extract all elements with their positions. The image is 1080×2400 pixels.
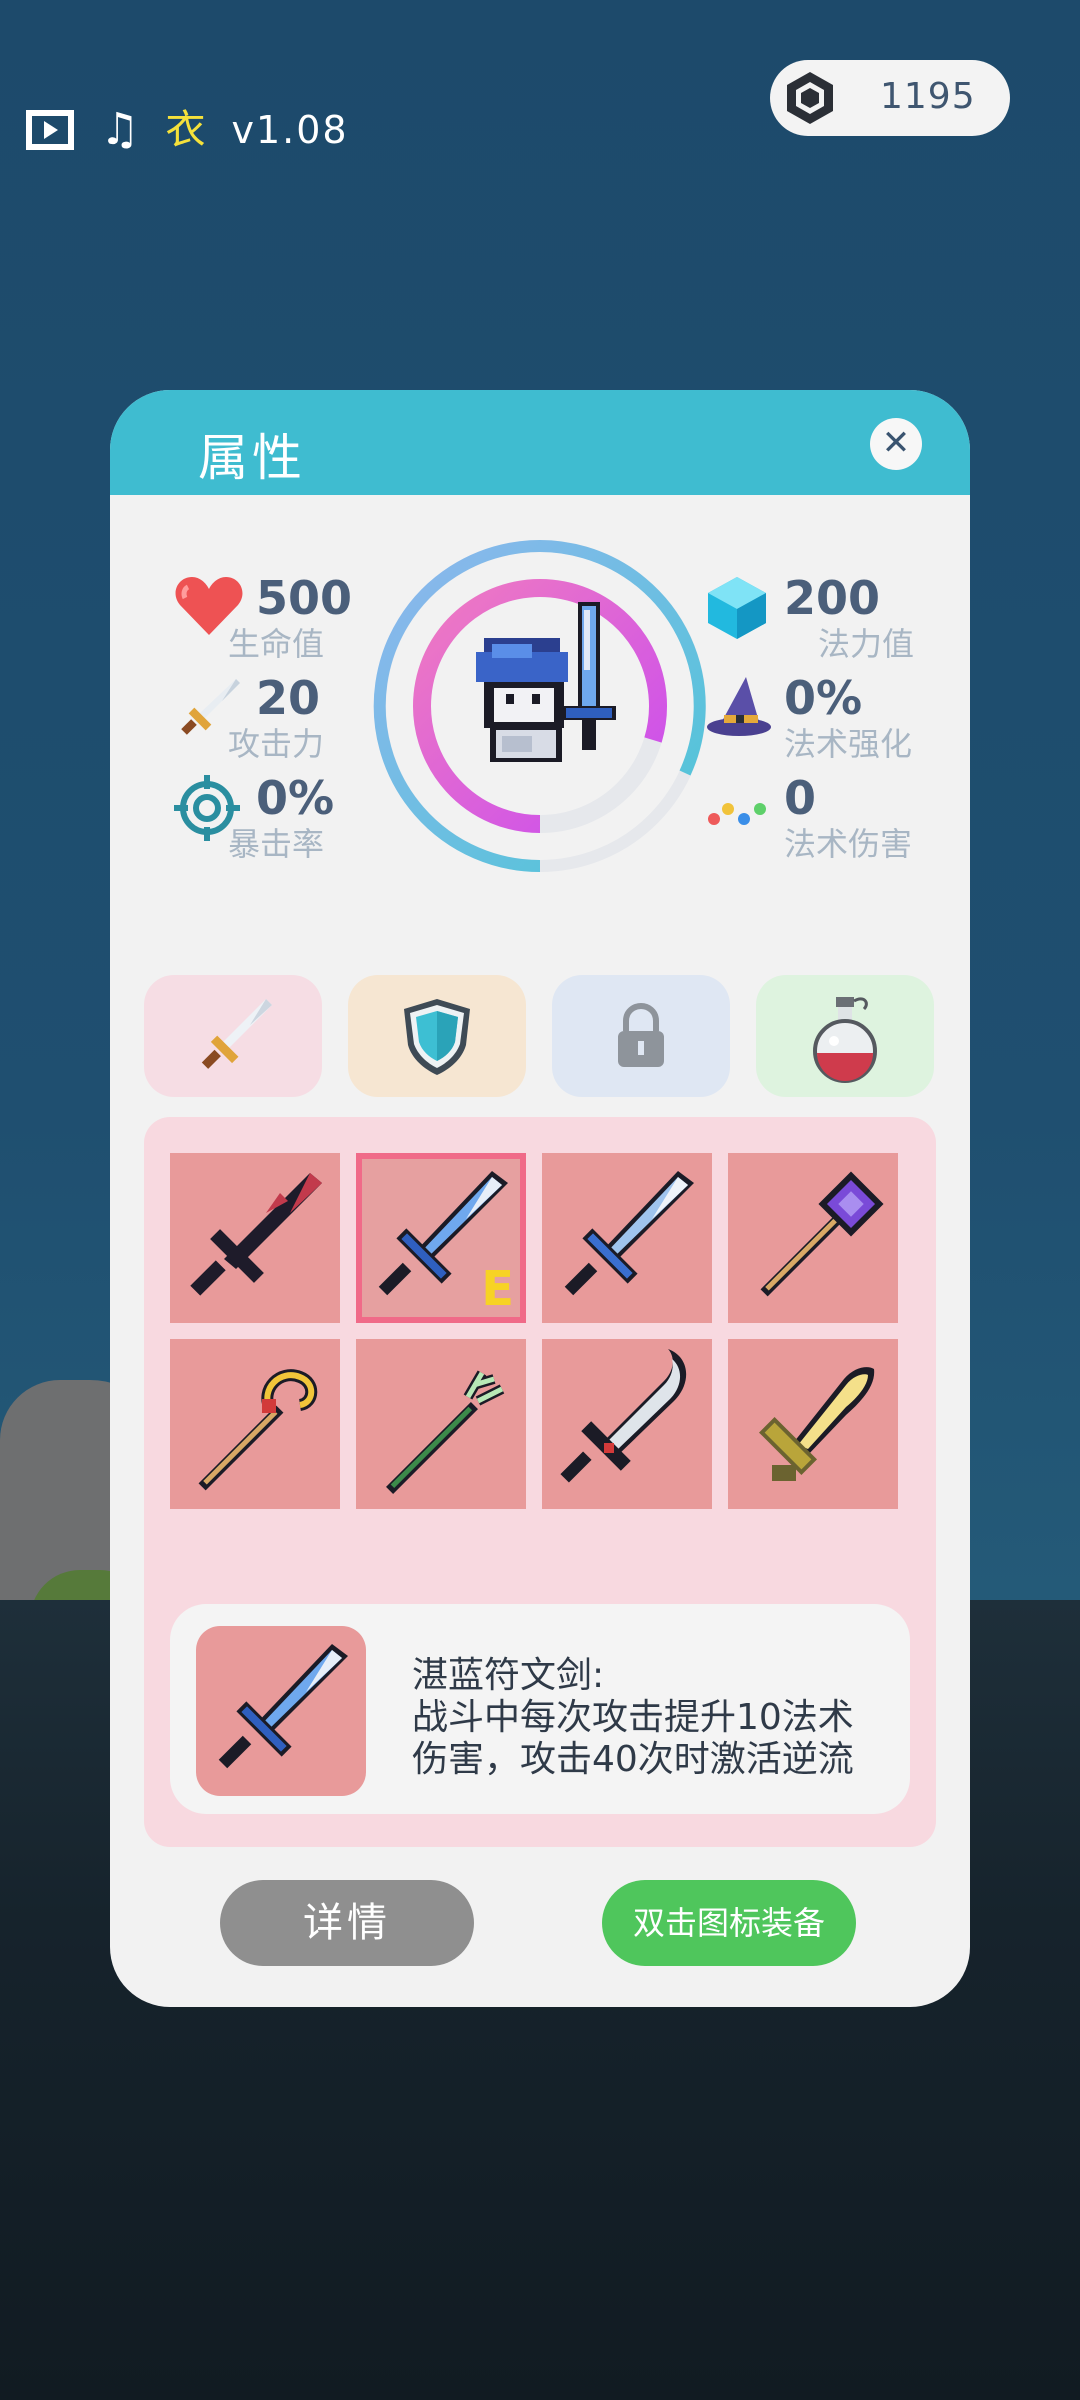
green-staff-icon <box>386 1370 505 1494</box>
azure-rune-sword-icon <box>218 1644 348 1769</box>
stat-crit-value: 0% <box>256 771 335 825</box>
inventory-slot-green-staff[interactable] <box>356 1339 526 1509</box>
attributes-dialog: 属性 ✕ 500 生命值 20 攻击力 0% 暴击率 200 法力值 0% 法术… <box>110 390 970 2007</box>
golden-staff-icon <box>198 1369 318 1491</box>
wizard-hat-icon <box>707 677 771 736</box>
stat-spell-power-value: 0% <box>784 671 863 725</box>
music-icon[interactable]: ♫ <box>100 108 139 152</box>
item-description-card: 湛蓝符文剑: 战斗中每次攻击提升10法术 伤害，攻击40次时激活逆流 <box>170 1604 910 1814</box>
inventory-slot-golden-staff[interactable] <box>170 1339 340 1509</box>
stat-ring <box>373 540 706 872</box>
inventory-slot-dark-blade[interactable] <box>170 1153 340 1323</box>
inventory-panel: E 湛蓝符文剑: 战斗中每次攻击提升10法术 伤害，攻击40次时激活逆流 <box>144 1117 936 1847</box>
stat-crit-label: 暴击率 <box>228 825 325 863</box>
version-label: v1.08 <box>231 108 349 152</box>
category-tabs <box>144 975 936 1097</box>
currency-display: 1195 <box>770 60 1010 136</box>
character-portrait <box>372 538 708 874</box>
stat-hp-label: 生命值 <box>228 625 325 663</box>
selected-item-thumbnail <box>196 1626 366 1796</box>
purple-staff-icon <box>760 1171 884 1297</box>
film-icon[interactable] <box>26 110 74 150</box>
shield-icon <box>404 999 470 1075</box>
dialog-header: 属性 ✕ <box>110 390 970 495</box>
tab-locked[interactable] <box>552 975 730 1097</box>
dialog-title: 属性 <box>198 429 306 487</box>
item-effect-line2: 伤害，攻击40次时激活逆流 <box>412 1739 854 1780</box>
equipped-mark: E <box>481 1261 514 1317</box>
inventory-slot-azure-rune-sword[interactable]: E <box>356 1153 526 1323</box>
top-bar: ♫ 衣 v1.08 <box>26 100 349 160</box>
scimitar-icon <box>560 1349 687 1483</box>
inventory-slot-scimitar[interactable] <box>542 1339 712 1509</box>
gem-count: 1195 <box>880 76 976 117</box>
dark-blade-icon <box>190 1173 322 1296</box>
inventory-slot-golden-blade[interactable] <box>728 1339 898 1509</box>
inventory-slot-blue-sword[interactable] <box>542 1153 712 1323</box>
gem-icon <box>787 72 833 124</box>
stat-spell-power-label: 法术强化 <box>784 725 913 763</box>
stat-spell-damage-value: 0 <box>784 771 817 825</box>
tab-weapon[interactable] <box>144 975 322 1097</box>
mana-crystal-icon <box>708 577 766 639</box>
stat-spell-damage-label: 法术伤害 <box>784 825 913 863</box>
lock-icon <box>618 1003 664 1067</box>
stat-attack-value: 20 <box>256 671 321 725</box>
tab-potion[interactable] <box>756 975 934 1097</box>
stat-hp-value: 500 <box>256 571 353 625</box>
potion-icon <box>813 997 877 1083</box>
details-button[interactable]: 详情 <box>220 1880 474 1966</box>
close-button[interactable]: ✕ <box>870 418 922 470</box>
stat-mana-value: 200 <box>784 571 881 625</box>
blue-sword-icon <box>564 1171 694 1296</box>
stat-attack-label: 攻击力 <box>228 725 325 763</box>
sword-icon <box>201 999 272 1069</box>
inventory-slot-purple-staff[interactable] <box>728 1153 898 1323</box>
golden-blade-icon <box>759 1367 875 1481</box>
knight-sprite <box>476 602 616 762</box>
stat-mana-label: 法力值 <box>818 625 915 663</box>
tab-armor[interactable] <box>348 975 526 1097</box>
orbs-icon <box>708 803 766 825</box>
clothes-button[interactable]: 衣 <box>165 110 205 150</box>
equip-hint-button[interactable]: 双击图标装备 <box>602 1880 856 1966</box>
